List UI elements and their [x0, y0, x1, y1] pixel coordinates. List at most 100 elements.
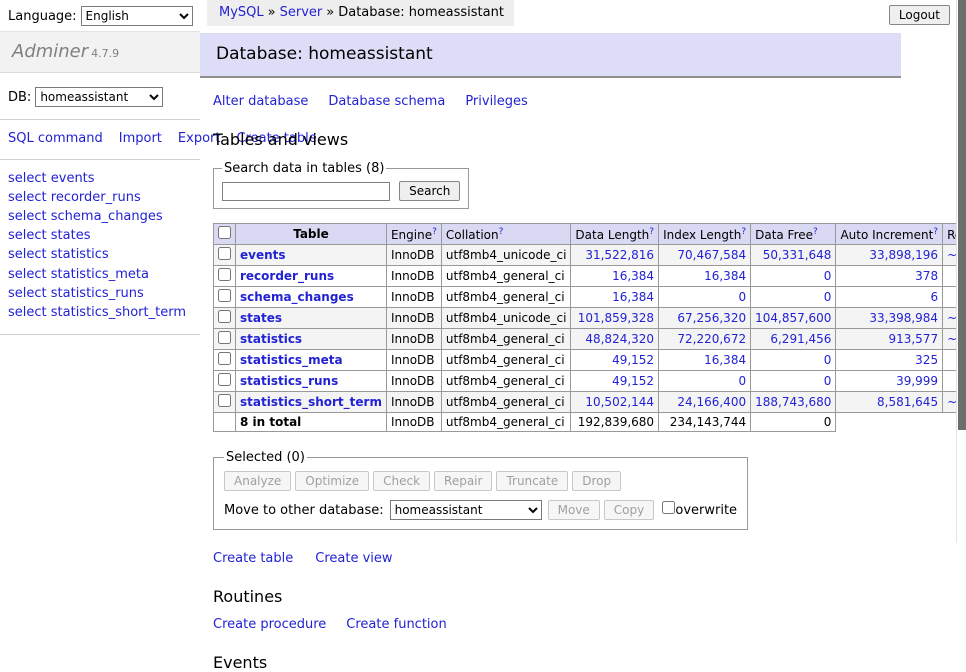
search-button[interactable]: Search: [399, 181, 460, 201]
tables-table: TableEngine?Collation?Data Length?Index …: [213, 223, 966, 432]
row-checkbox[interactable]: [218, 268, 231, 281]
data_length-value-link[interactable]: 31,522,816: [585, 248, 654, 262]
table-name-link[interactable]: events: [240, 248, 286, 262]
total-label: 8 in total: [236, 413, 387, 432]
table-name-link[interactable]: schema_changes: [240, 290, 354, 304]
auto_increment-value-link[interactable]: 33,398,984: [869, 311, 938, 325]
sidebar-item-select-statistics-runs[interactable]: select statistics_runs: [8, 284, 192, 303]
table-name-link[interactable]: states: [240, 311, 282, 325]
index_length-value-link[interactable]: 16,384: [704, 269, 746, 283]
link-create-table[interactable]: Create table: [213, 551, 293, 566]
sidebar-item-select-events[interactable]: select events: [8, 169, 192, 188]
breadcrumb-item[interactable]: MySQL: [219, 5, 264, 20]
move-button[interactable]: Move: [548, 500, 600, 520]
hint-link[interactable]: ?: [499, 227, 504, 237]
breadcrumb-item[interactable]: Server: [280, 5, 323, 20]
row-checkbox[interactable]: [218, 352, 231, 365]
data_free-value-link[interactable]: 0: [824, 353, 832, 367]
auto_increment-value-link[interactable]: 8,581,645: [877, 395, 938, 409]
data_length-value-link[interactable]: 10,502,144: [585, 395, 654, 409]
search-input[interactable]: [222, 182, 390, 201]
table-name-link[interactable]: recorder_runs: [240, 269, 334, 283]
data_length-value-link[interactable]: 16,384: [612, 290, 654, 304]
row-checkbox[interactable]: [218, 310, 231, 323]
data_free-value-link[interactable]: 0: [824, 290, 832, 304]
sidebar-item-select-statistics-meta[interactable]: select statistics_meta: [8, 265, 192, 284]
row-checkbox[interactable]: [218, 394, 231, 407]
auto_increment-value-link[interactable]: 39,999: [896, 374, 938, 388]
data_free-value-link[interactable]: 6,291,456: [770, 332, 831, 346]
auto_increment-value-link[interactable]: 33,898,196: [869, 248, 938, 262]
data_length-value-link[interactable]: 48,824,320: [585, 332, 654, 346]
hint-link[interactable]: ?: [649, 227, 654, 237]
link-alter-database[interactable]: Alter database: [213, 94, 308, 109]
index_length-value-link[interactable]: 0: [738, 374, 746, 388]
row-checkbox[interactable]: [218, 373, 231, 386]
sidebar-action-sql-command[interactable]: SQL command: [8, 131, 103, 146]
repair-button[interactable]: Repair: [434, 471, 492, 491]
content-area: MySQL»Server»Database: homeassistant Dat…: [200, 0, 966, 543]
index_length-value-link[interactable]: 16,384: [704, 353, 746, 367]
engine-cell: InnoDB: [386, 287, 441, 308]
page-scrollbar[interactable]: [956, 0, 966, 543]
auto_increment-value-link[interactable]: 913,577: [888, 332, 938, 346]
sidebar-item-select-statistics-short-term[interactable]: select statistics_short_term: [8, 303, 192, 322]
hint-link[interactable]: ?: [432, 227, 437, 237]
sidebar-item-select-schema-changes[interactable]: select schema_changes: [8, 207, 192, 226]
hint-link[interactable]: ?: [813, 227, 818, 237]
col-header-collation: Collation?: [441, 224, 571, 245]
data_length-value-link[interactable]: 49,152: [612, 374, 654, 388]
select-all-checkbox[interactable]: [218, 226, 231, 239]
index_length-value-link[interactable]: 70,467,584: [677, 248, 746, 262]
data_length-value-link[interactable]: 49,152: [612, 353, 654, 367]
optimize-button[interactable]: Optimize: [295, 471, 369, 491]
sidebar-item-select-recorder-runs[interactable]: select recorder_runs: [8, 188, 192, 207]
logout-button[interactable]: Logout: [889, 5, 950, 25]
auto_increment-value-link[interactable]: 378: [915, 269, 938, 283]
auto_increment-value-link[interactable]: 325: [915, 353, 938, 367]
data_length-value-link[interactable]: 101,859,328: [578, 311, 654, 325]
collation-cell: utf8mb4_general_ci: [441, 371, 571, 392]
table-name-link[interactable]: statistics_short_term: [240, 395, 382, 409]
copy-button[interactable]: Copy: [604, 500, 654, 520]
drop-button[interactable]: Drop: [572, 471, 621, 491]
table-name-link[interactable]: statistics_meta: [240, 353, 343, 367]
link-create-function[interactable]: Create function: [346, 617, 446, 632]
engine-cell: InnoDB: [386, 371, 441, 392]
index_length-value-link[interactable]: 72,220,672: [677, 332, 746, 346]
overwrite-checkbox[interactable]: [662, 501, 675, 514]
check-button[interactable]: Check: [373, 471, 430, 491]
sidebar-action-import[interactable]: Import: [119, 131, 162, 146]
sidebar-item-select-states[interactable]: select states: [8, 226, 192, 245]
table-name-link[interactable]: statistics: [240, 332, 302, 346]
sidebar-item-select-statistics[interactable]: select statistics: [8, 245, 192, 264]
row-checkbox[interactable]: [218, 331, 231, 344]
data_free-value-link[interactable]: 104,857,600: [755, 311, 831, 325]
truncate-button[interactable]: Truncate: [496, 471, 568, 491]
move-db-select[interactable]: homeassistant: [390, 500, 542, 520]
auto_increment-value-link[interactable]: 6: [930, 290, 938, 304]
hint-link[interactable]: ?: [933, 227, 938, 237]
link-privileges[interactable]: Privileges: [465, 94, 528, 109]
selected-buttons: AnalyzeOptimizeCheckRepairTruncateDrop: [224, 471, 737, 491]
row-checkbox[interactable]: [218, 289, 231, 302]
link-create-procedure[interactable]: Create procedure: [213, 617, 326, 632]
language-select[interactable]: English: [81, 6, 193, 26]
index_length-value-link[interactable]: 24,166,400: [677, 395, 746, 409]
data_free-value-link[interactable]: 0: [824, 374, 832, 388]
index_length-value-link[interactable]: 67,256,320: [677, 311, 746, 325]
link-create-view[interactable]: Create view: [315, 551, 392, 566]
db-select[interactable]: homeassistant: [35, 87, 163, 107]
row-checkbox[interactable]: [218, 247, 231, 260]
data_length-value-link[interactable]: 16,384: [612, 269, 654, 283]
data_free-value-link[interactable]: 50,331,648: [763, 248, 832, 262]
index_length-value-link[interactable]: 0: [738, 290, 746, 304]
scrollbar-thumb[interactable]: [958, 0, 966, 430]
data_free-value-link[interactable]: 188,743,680: [755, 395, 831, 409]
analyze-button[interactable]: Analyze: [224, 471, 291, 491]
breadcrumb: MySQL»Server»Database: homeassistant: [207, 0, 514, 26]
table-name-link[interactable]: statistics_runs: [240, 374, 338, 388]
data_free-value-link[interactable]: 0: [824, 269, 832, 283]
hint-link[interactable]: ?: [741, 227, 746, 237]
link-database-schema[interactable]: Database schema: [328, 94, 445, 109]
